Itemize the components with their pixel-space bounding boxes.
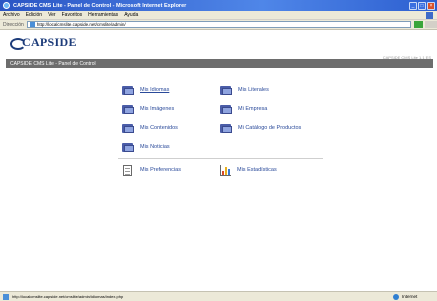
menu-divider	[118, 158, 323, 159]
menu-row: Mis Noticias	[122, 137, 332, 156]
zone-label: Internet	[402, 294, 418, 299]
page-icon	[29, 22, 35, 27]
menu-item-catalogo[interactable]: Mi Catálogo de Productos	[220, 123, 332, 133]
capside-logo: CAPSIDE	[10, 35, 77, 50]
menu-row: Mis Idiomas Mis Literales	[122, 80, 332, 99]
menu-item-imagenes[interactable]: Mis Imágenes	[122, 104, 216, 114]
menu-item-estadisticas[interactable]: Mis Estadísticas	[220, 164, 277, 176]
menu-item-label[interactable]: Mi Catálogo de Productos	[238, 125, 301, 131]
menu-ayuda[interactable]: Ayuda	[124, 12, 138, 18]
menu-row: Mis Imágenes Mi Empresa	[122, 99, 332, 118]
document-icon	[123, 164, 132, 176]
folder-icon	[122, 85, 134, 95]
address-input[interactable]: http://localcmslite.capside.net/cmslite/…	[26, 21, 412, 28]
menu-bar: Archivo Edición Ver Favoritos Herramient…	[0, 11, 437, 20]
ie-icon	[3, 2, 10, 9]
menu-item-label[interactable]: Mis Preferencias	[140, 167, 181, 173]
panel-title: CAPSIDE CMS Lite - Panel de Control	[10, 60, 96, 67]
menu-item-label[interactable]: Mi Empresa	[238, 106, 267, 112]
menu-item-label[interactable]: Mis Idiomas	[140, 87, 169, 93]
menu-item-literales[interactable]: Mis Literales	[220, 85, 332, 95]
menu-item-label[interactable]: Mis Estadísticas	[237, 167, 277, 173]
window-controls: _ □ ×	[409, 1, 435, 10]
folder-icon	[220, 123, 232, 133]
menu-item-preferencias[interactable]: Mis Preferencias	[122, 164, 216, 176]
folder-icon	[122, 142, 134, 152]
address-label: Dirección	[3, 21, 24, 28]
page-icon	[3, 293, 9, 300]
logo-text: CAPSIDE	[22, 35, 77, 49]
menu-item-label[interactable]: Mis Contenidos	[140, 125, 178, 131]
panel-title-bar: CAPSIDE CMS Lite - Panel de Control	[6, 59, 433, 68]
menu-archivo[interactable]: Archivo	[3, 12, 20, 18]
address-bar: Dirección http://localcmslite.capside.ne…	[0, 20, 437, 30]
status-url: http://localcmslite.capside.net/cmslite/…	[12, 294, 124, 299]
menu-favoritos[interactable]: Favoritos	[62, 12, 83, 18]
window-titlebar: CAPSIDE CMS Lite - Panel de Control - Mi…	[0, 0, 437, 11]
control-panel-menu: Mis Idiomas Mis Literales Mis Imágenes M…	[122, 80, 332, 156]
menu-edicion[interactable]: Edición	[26, 12, 42, 18]
menu-item-idiomas[interactable]: Mis Idiomas	[122, 85, 216, 95]
menu-item-noticias[interactable]: Mis Noticias	[122, 142, 216, 152]
address-url[interactable]: http://localcmslite.capside.net/cmslite/…	[37, 22, 126, 27]
folder-icon	[122, 123, 134, 133]
globe-icon	[393, 293, 399, 300]
menu-item-label[interactable]: Mis Literales	[238, 87, 269, 93]
folder-icon	[220, 104, 232, 114]
menu-herramientas[interactable]: Herramientas	[88, 12, 118, 18]
menu-item-empresa[interactable]: Mi Empresa	[220, 104, 332, 114]
security-zone: Internet	[393, 293, 437, 300]
menu-item-label[interactable]: Mis Noticias	[140, 144, 170, 150]
menu-item-contenidos[interactable]: Mis Contenidos	[122, 123, 216, 133]
folder-icon	[122, 104, 134, 114]
minimize-button[interactable]: _	[409, 1, 417, 10]
bar-chart-icon	[220, 164, 231, 176]
windows-logo-icon	[426, 11, 433, 19]
menu-item-label[interactable]: Mis Imágenes	[140, 106, 174, 112]
menu-ver[interactable]: Ver	[48, 12, 56, 18]
menu-row: Mis Contenidos Mi Catálogo de Productos	[122, 118, 332, 137]
links-button[interactable]	[425, 21, 437, 28]
window-title: CAPSIDE CMS Lite - Panel de Control - Mi…	[13, 2, 187, 9]
folder-icon	[220, 85, 232, 95]
go-button[interactable]	[414, 21, 424, 28]
secondary-menu: Mis Preferencias Mis Estadísticas	[122, 163, 332, 177]
status-bar: http://localcmslite.capside.net/cmslite/…	[0, 291, 437, 301]
maximize-button[interactable]: □	[418, 1, 426, 10]
close-button[interactable]: ×	[427, 1, 435, 10]
